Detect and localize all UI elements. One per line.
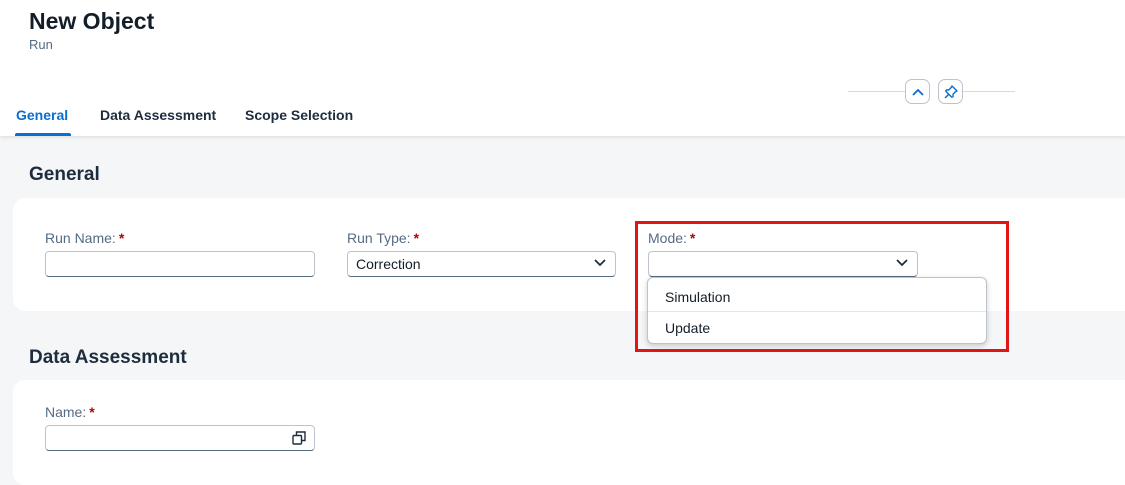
- name-label: Name: *: [45, 404, 95, 420]
- run-name-input[interactable]: [45, 251, 315, 277]
- chevron-up-icon: [911, 88, 924, 96]
- required-marker: *: [413, 230, 420, 246]
- header-divider-right: [963, 91, 1015, 92]
- header-divider-left: [848, 91, 906, 92]
- tab-data-assessment[interactable]: Data Assessment: [100, 107, 216, 123]
- tab-general[interactable]: General: [16, 107, 68, 123]
- collapse-header-button[interactable]: [905, 79, 930, 104]
- run-name-label: Run Name: *: [45, 230, 125, 246]
- run-type-select[interactable]: Correction: [347, 251, 616, 277]
- section-title-data-assessment: Data Assessment: [29, 347, 187, 368]
- object-page-header: New Object Run General Data Assessment S…: [0, 0, 1125, 136]
- page-subtitle: Run: [29, 37, 53, 52]
- section-title-general: General: [29, 164, 100, 185]
- page-title: New Object: [29, 8, 155, 34]
- chevron-down-icon[interactable]: [594, 259, 606, 267]
- value-help-icon[interactable]: [292, 431, 306, 445]
- pin-icon: [943, 84, 958, 99]
- required-marker: *: [118, 230, 125, 246]
- name-input[interactable]: [45, 425, 315, 451]
- required-marker: *: [89, 404, 95, 420]
- active-tab-indicator: [15, 133, 71, 136]
- run-type-value: Correction: [356, 256, 421, 272]
- highlight-box: [635, 221, 1009, 352]
- pin-header-button[interactable]: [938, 79, 963, 104]
- run-type-label: Run Type: *: [347, 230, 420, 246]
- tab-scope-selection[interactable]: Scope Selection: [245, 107, 353, 123]
